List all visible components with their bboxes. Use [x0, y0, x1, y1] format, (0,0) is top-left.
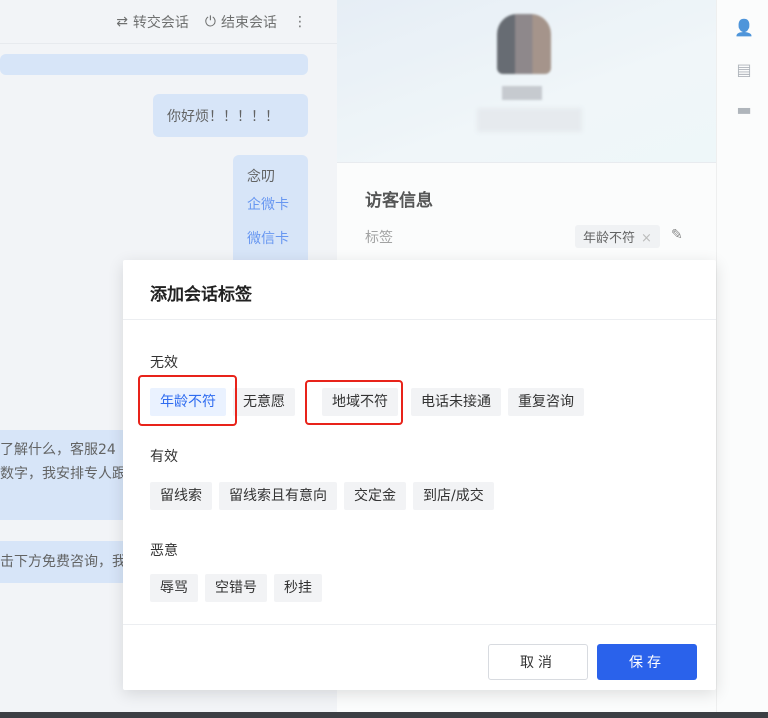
highlight-box — [138, 375, 237, 426]
tag-option[interactable]: 辱骂 — [150, 574, 198, 602]
tag-option[interactable]: 空错号 — [205, 574, 267, 602]
tag-option[interactable]: 交定金 — [344, 482, 406, 510]
group-label: 恶意 — [150, 543, 178, 559]
add-tag-dialog: 添加会话标签 无效 年龄不符 无意愿 地域不符 电话未接通 重复咨询 有效 留线… — [123, 260, 716, 690]
tag-option[interactable]: 留线索 — [150, 482, 212, 510]
group-label: 有效 — [150, 449, 178, 465]
tag-option[interactable]: 重复咨询 — [508, 388, 584, 416]
cancel-button[interactable]: 取消 — [488, 644, 588, 680]
dialog-footer: 取消 保存 — [123, 624, 716, 690]
highlight-box — [305, 380, 403, 425]
dialog-title: 添加会话标签 — [123, 260, 716, 320]
save-button[interactable]: 保存 — [597, 644, 697, 680]
tag-option[interactable]: 到店/成交 — [413, 482, 494, 510]
tag-option[interactable]: 电话未接通 — [411, 388, 501, 416]
tag-option[interactable]: 秒挂 — [274, 574, 322, 602]
tag-option[interactable]: 无意愿 — [233, 388, 295, 416]
group-label: 无效 — [150, 355, 178, 371]
bottom-bar — [0, 712, 768, 718]
tag-option[interactable]: 留线索且有意向 — [219, 482, 337, 510]
